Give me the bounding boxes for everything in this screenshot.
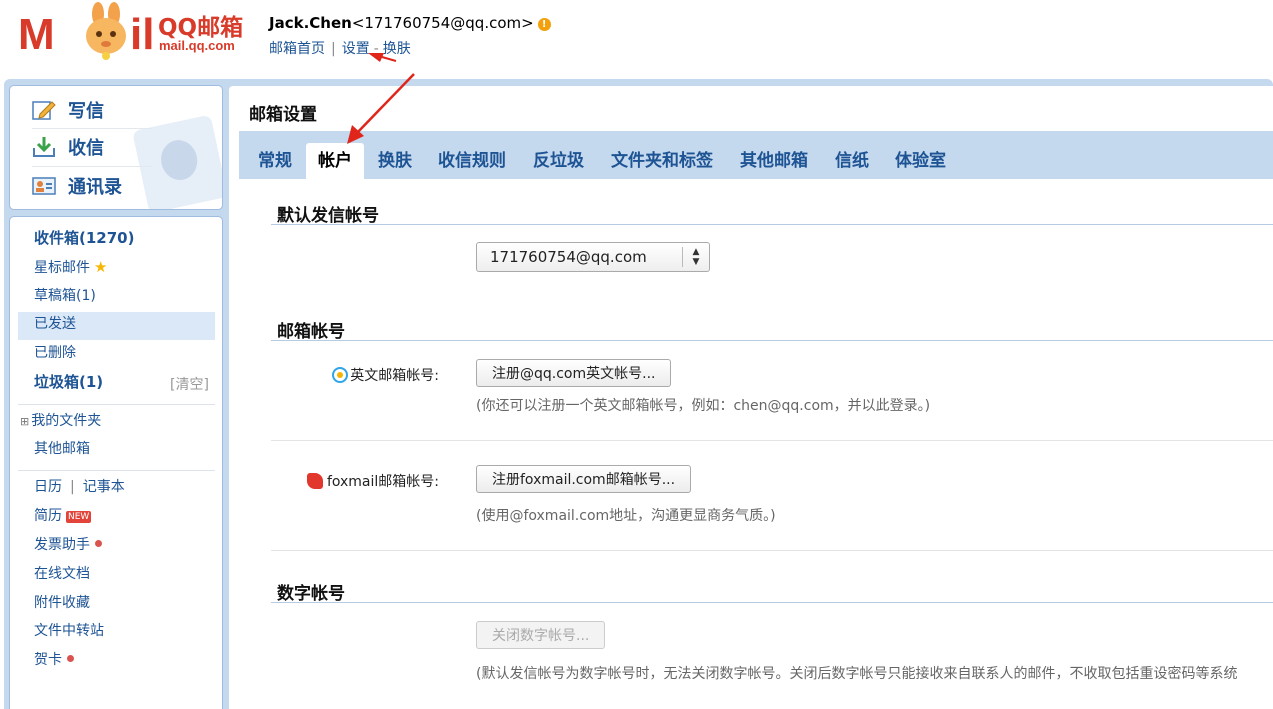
receive-label: 收信 <box>68 138 104 159</box>
sidebar-item-drafts[interactable]: 草稿箱(1) <box>34 283 96 309</box>
sidebar-item-cards[interactable]: 贺卡 <box>34 647 74 673</box>
select-arrows-icon: ▲ ▼ <box>682 247 709 267</box>
foxmail-account-label-text: foxmail邮箱帐号: <box>326 474 439 490</box>
divider: - <box>373 41 379 57</box>
sidebar-item-other-mailboxes[interactable]: 其他邮箱 <box>34 436 90 462</box>
sidebar-item-inbox[interactable]: 收件箱(1270) <box>34 225 134 251</box>
logo-domain: mail.qq.com <box>159 38 235 53</box>
tab-skin[interactable]: 换肤 <box>378 143 412 179</box>
tab-mail-rules[interactable]: 收信规则 <box>438 143 506 179</box>
star-icon: ★ <box>94 258 108 276</box>
expand-plus-icon[interactable]: ⊞ <box>20 415 29 428</box>
section-divider <box>271 224 1273 225</box>
notification-dot-icon <box>95 540 102 547</box>
notes-link[interactable]: 记事本 <box>83 479 125 495</box>
home-link[interactable]: 邮箱首页 <box>269 41 325 57</box>
foxmail-icon <box>306 473 323 489</box>
contacts-button[interactable]: 通讯录 <box>32 171 122 201</box>
default-sender-value: 171760754@qq.com <box>490 248 647 266</box>
sidebar-item-starred[interactable]: 星标邮件 ★ <box>34 254 107 280</box>
sidebar-item-invoice[interactable]: 发票助手 <box>34 532 102 558</box>
numeric-account-hint: (默认发信帐号为数字帐号时，无法关闭数字帐号。关闭后数字帐号只能接收来自联系人的… <box>476 666 1238 682</box>
top-links: 邮箱首页 | 设置 - 换肤 <box>269 38 411 58</box>
mailbox-accounts-title: 邮箱帐号 <box>277 322 345 342</box>
row-divider <box>271 440 1273 441</box>
divider <box>18 404 215 405</box>
contacts-label: 通讯录 <box>68 177 122 198</box>
default-sender-title: 默认发信帐号 <box>277 206 379 226</box>
row-divider <box>271 550 1273 551</box>
register-english-account-button[interactable]: 注册@qq.com英文帐号... <box>476 359 672 387</box>
sidebar-item-sent[interactable]: 已发送 <box>34 311 76 337</box>
tab-lab[interactable]: 体验室 <box>895 143 946 179</box>
section-divider <box>271 340 1273 341</box>
default-sender-select[interactable]: 171760754@qq.com ▲ ▼ <box>476 242 710 272</box>
divider: | <box>331 41 336 57</box>
sidebar-item-deleted[interactable]: 已删除 <box>34 340 76 366</box>
sidebar-item-docs[interactable]: 在线文档 <box>34 561 90 587</box>
sidebar-item-attachments[interactable]: 附件收藏 <box>34 590 90 616</box>
sidebar: 收件箱(1270) 星标邮件 ★ 草稿箱(1) 已发送 已删除 垃圾箱(1) [清… <box>10 217 222 709</box>
warning-icon[interactable]: ! <box>537 18 551 31</box>
clear-spam-link[interactable]: [清空] <box>170 374 209 394</box>
invoice-label: 发票助手 <box>34 537 90 553</box>
settings-tabs: 常规 帐户 换肤 收信规则 反垃圾 文件夹和标签 其他邮箱 信纸 体验室 <box>239 131 1273 179</box>
divider <box>18 470 215 471</box>
english-account-hint: (你还可以注册一个英文邮箱帐号，例如：chen@qq.com，并以此登录。) <box>476 398 931 414</box>
logo-title: QQ邮箱 <box>158 15 244 41</box>
bunny-mascot-icon <box>86 2 126 60</box>
numeric-account-title: 数字帐号 <box>277 584 345 604</box>
sidebar-item-my-folders[interactable]: ⊞ 我的文件夹 <box>20 408 101 434</box>
calendar-link[interactable]: 日历 <box>34 479 62 495</box>
foxmail-account-hint: (使用@foxmail.com地址，沟通更显商务气质。) <box>476 508 776 524</box>
new-badge: NEW <box>66 511 92 523</box>
tab-general[interactable]: 常规 <box>258 143 292 179</box>
settings-link[interactable]: 设置 <box>342 41 370 57</box>
tab-antispam[interactable]: 反垃圾 <box>533 143 584 179</box>
user-info: Jack.Chen<171760754@qq.com>! <box>269 14 551 32</box>
section-divider <box>271 602 1273 603</box>
account-settings: 默认发信帐号 171760754@qq.com ▲ ▼ 邮箱帐号 英文邮箱帐号: … <box>239 179 1273 709</box>
notification-dot-icon <box>67 655 74 662</box>
compose-label: 写信 <box>68 101 104 122</box>
my-folders-label: 我的文件夹 <box>31 413 102 429</box>
qq-icon <box>332 367 349 383</box>
english-account-label-text: 英文邮箱帐号: <box>350 368 439 384</box>
english-account-label: 英文邮箱帐号: <box>319 365 439 385</box>
cards-label: 贺卡 <box>34 652 62 668</box>
register-foxmail-account-button[interactable]: 注册foxmail.com邮箱帐号... <box>476 465 692 493</box>
compose-button[interactable]: 写信 <box>32 95 104 125</box>
page-title: 邮箱设置 <box>249 105 317 125</box>
tab-folders-labels[interactable]: 文件夹和标签 <box>611 143 713 179</box>
sidebar-item-resume[interactable]: 简历 NEW <box>34 503 92 529</box>
divider: | <box>70 479 75 495</box>
resume-label: 简历 <box>34 508 62 524</box>
divider <box>32 128 152 129</box>
user-email: <171760754@qq.com> <box>351 14 534 32</box>
tab-account[interactable]: 帐户 <box>306 143 364 179</box>
contacts-icon <box>32 175 56 197</box>
quick-actions-panel: 写信 收信 通讯录 <box>10 86 222 209</box>
sidebar-item-transfer[interactable]: 文件中转站 <box>34 618 104 644</box>
foxmail-account-label: foxmail邮箱帐号: <box>279 471 439 491</box>
close-numeric-account-button[interactable]: 关闭数字帐号... <box>476 621 606 649</box>
receive-button[interactable]: 收信 <box>32 132 104 162</box>
starred-label: 星标邮件 <box>34 260 90 276</box>
tab-other-mailboxes[interactable]: 其他邮箱 <box>740 143 808 179</box>
tab-stationery[interactable]: 信纸 <box>835 143 869 179</box>
compose-icon <box>32 99 56 121</box>
skin-link[interactable]: 换肤 <box>383 41 411 57</box>
settings-panel: 邮箱设置 常规 帐户 换肤 收信规则 反垃圾 文件夹和标签 其他邮箱 信纸 体验… <box>229 86 1273 709</box>
logo-m-letter: M <box>18 10 55 59</box>
divider <box>32 166 152 167</box>
inbox-download-icon <box>32 136 56 158</box>
sidebar-row-calendar-notes: 日历 | 记事本 <box>34 474 125 500</box>
qq-mail-logo[interactable]: M il QQ邮箱 mail.qq.com <box>18 2 254 60</box>
sidebar-item-spam[interactable]: 垃圾箱(1) <box>34 369 103 395</box>
logo-il-letters: il <box>130 10 155 59</box>
user-name: Jack.Chen <box>269 14 352 32</box>
